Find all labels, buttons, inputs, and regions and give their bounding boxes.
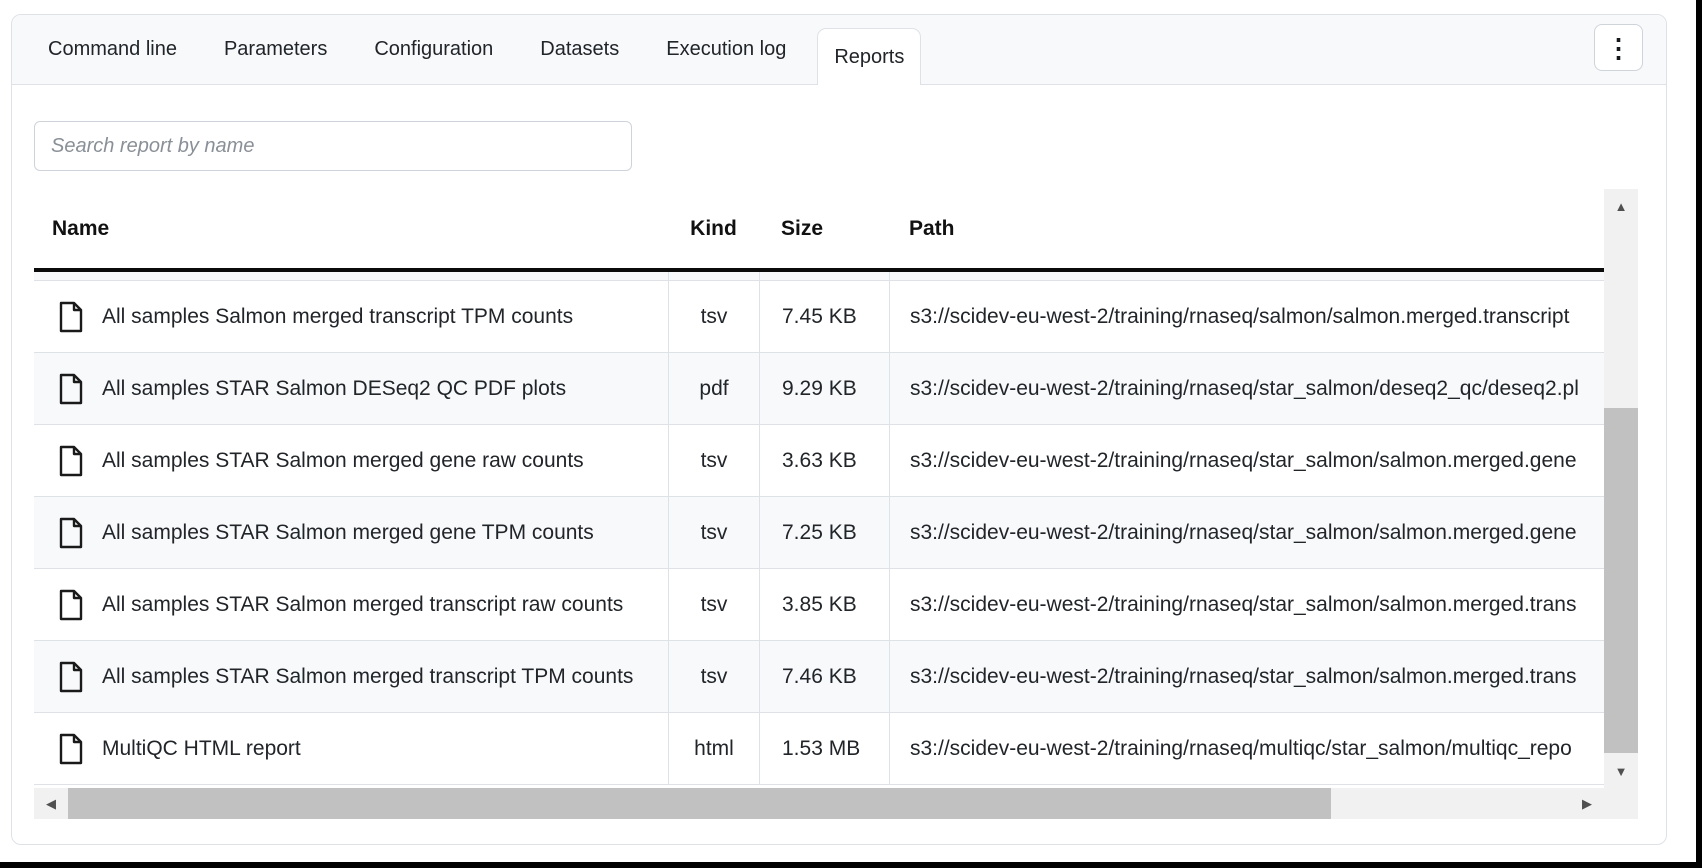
report-size: 1.53 MB <box>782 737 860 761</box>
screen-edge-right <box>1696 0 1702 868</box>
file-icon <box>58 661 84 693</box>
scroll-up-icon[interactable]: ▲ <box>1604 189 1638 223</box>
file-icon <box>58 733 84 765</box>
column-header-name: Name <box>34 217 668 241</box>
report-size: 7.46 KB <box>782 665 857 689</box>
vertical-scrollbar[interactable]: ▲ ▼ <box>1604 189 1638 788</box>
report-row[interactable]: All samples STAR Salmon DESeq2 QC PDF pl… <box>34 353 1604 425</box>
report-size: 7.45 KB <box>782 305 857 329</box>
scroll-right-icon[interactable]: ▶ <box>1570 788 1604 819</box>
tab-reports[interactable]: Reports <box>817 28 921 85</box>
reports-table: Name Kind Size Path All samples Salmon m… <box>34 189 1638 819</box>
tab-execution-log[interactable]: Execution log <box>650 15 802 84</box>
report-kind: tsv <box>701 521 728 545</box>
report-name: MultiQC HTML report <box>102 737 301 761</box>
report-name: All samples STAR Salmon merged transcrip… <box>102 665 633 689</box>
report-row[interactable]: All samples STAR Salmon merged transcrip… <box>34 641 1604 713</box>
reports-panel: Command line Parameters Configuration Da… <box>11 14 1667 845</box>
scroll-down-icon[interactable]: ▼ <box>1604 754 1638 788</box>
tab-datasets[interactable]: Datasets <box>524 15 635 84</box>
report-path: s3://scidev-eu-west-2/training/rnaseq/st… <box>910 377 1579 401</box>
file-icon <box>58 517 84 549</box>
report-size: 3.85 KB <box>782 593 857 617</box>
search-input[interactable] <box>34 121 632 171</box>
report-path: s3://scidev-eu-west-2/training/rnaseq/st… <box>910 665 1576 689</box>
report-kind: tsv <box>701 665 728 689</box>
report-name: All samples STAR Salmon merged gene TPM … <box>102 521 594 545</box>
report-row[interactable]: All samples STAR Salmon merged transcrip… <box>34 569 1604 641</box>
tab-command-line[interactable]: Command line <box>32 15 193 84</box>
partially-scrolled-row <box>34 272 1604 281</box>
report-row[interactable]: All samples STAR Salmon merged gene raw … <box>34 425 1604 497</box>
tab-bar: Command line Parameters Configuration Da… <box>12 15 1666 85</box>
report-row[interactable]: All samples Salmon merged transcript TPM… <box>34 281 1604 353</box>
report-path: s3://scidev-eu-west-2/training/rnaseq/st… <box>910 449 1577 473</box>
reports-screen: Command line Parameters Configuration Da… <box>0 0 1702 868</box>
report-name: All samples Salmon merged transcript TPM… <box>102 305 573 329</box>
column-header-kind: Kind <box>668 217 759 241</box>
horizontal-scrollbar-thumb[interactable] <box>68 788 1331 819</box>
table-body: All samples Salmon merged transcript TPM… <box>34 272 1604 788</box>
report-path: s3://scidev-eu-west-2/training/rnaseq/sa… <box>910 305 1569 329</box>
vertical-scrollbar-thumb[interactable] <box>1604 408 1638 753</box>
table-header-row: Name Kind Size Path <box>34 189 1604 268</box>
report-row[interactable]: All samples STAR Salmon merged gene TPM … <box>34 497 1604 569</box>
scroll-left-icon[interactable]: ◀ <box>34 788 68 819</box>
report-kind: html <box>694 737 734 761</box>
report-size: 9.29 KB <box>782 377 857 401</box>
report-name: All samples STAR Salmon DESeq2 QC PDF pl… <box>102 377 566 401</box>
file-icon <box>58 301 84 333</box>
report-row[interactable]: MultiQC HTML report html 1.53 MB s3://sc… <box>34 713 1604 785</box>
report-path: s3://scidev-eu-west-2/training/rnaseq/st… <box>910 593 1576 617</box>
file-icon <box>58 373 84 405</box>
file-icon <box>58 589 84 621</box>
report-path: s3://scidev-eu-west-2/training/rnaseq/st… <box>910 521 1577 545</box>
report-kind: tsv <box>701 305 728 329</box>
report-name: All samples STAR Salmon merged transcrip… <box>102 593 623 617</box>
tab-configuration[interactable]: Configuration <box>358 15 509 84</box>
report-kind: pdf <box>699 377 728 401</box>
scrollbar-corner <box>1604 788 1638 819</box>
report-size: 7.25 KB <box>782 521 857 545</box>
report-kind: tsv <box>701 449 728 473</box>
kebab-menu-icon: ⋮ <box>1606 35 1632 61</box>
column-header-size: Size <box>759 217 889 241</box>
report-name: All samples STAR Salmon merged gene raw … <box>102 449 584 473</box>
file-icon <box>58 445 84 477</box>
screen-edge-bottom <box>0 862 1702 868</box>
report-path: s3://scidev-eu-west-2/training/rnaseq/mu… <box>910 737 1572 761</box>
column-header-path: Path <box>889 217 1604 241</box>
horizontal-scrollbar[interactable]: ◀ ▶ <box>34 788 1604 819</box>
options-menu-button[interactable]: ⋮ <box>1594 24 1643 71</box>
report-kind: tsv <box>701 593 728 617</box>
report-size: 3.63 KB <box>782 449 857 473</box>
tab-parameters[interactable]: Parameters <box>208 15 343 84</box>
